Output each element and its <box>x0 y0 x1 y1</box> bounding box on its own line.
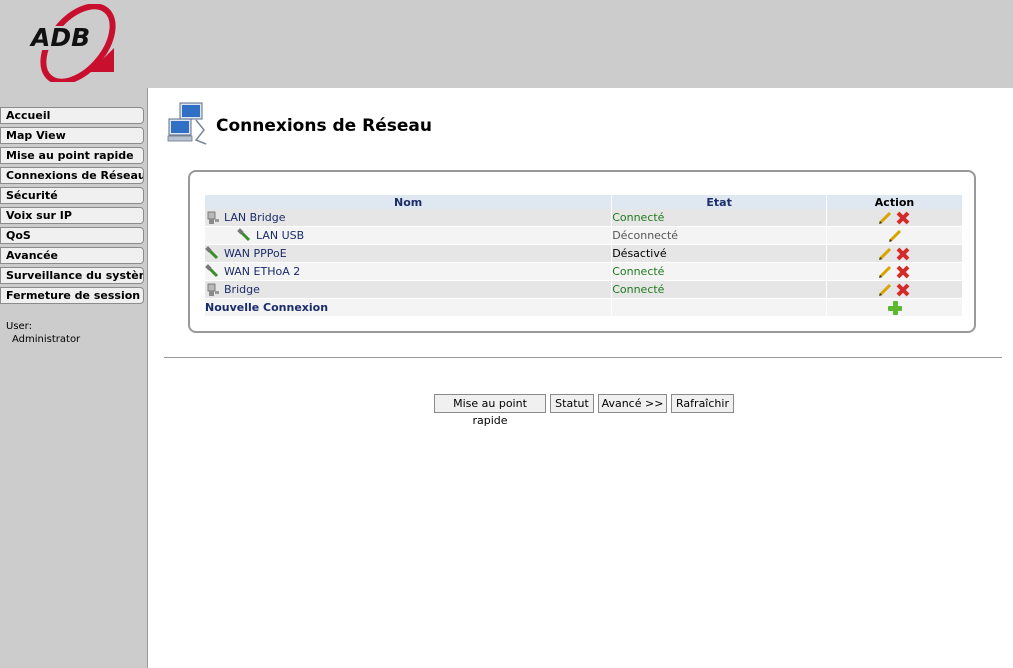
table-row: WAN ETHoA 2 Connecté <box>205 262 963 281</box>
edit-pencil-icon[interactable] <box>878 265 892 279</box>
sidebar-item-quick-setup[interactable]: Mise au point rapide <box>0 147 144 164</box>
user-label: User: <box>6 321 32 332</box>
lan-bridge-icon <box>207 211 219 224</box>
connection-state: Déconnecté <box>611 226 828 245</box>
table-row: LAN USB Déconnecté <box>205 226 963 245</box>
connection-link[interactable]: LAN Bridge <box>205 210 611 226</box>
quick-setup-button[interactable]: Mise au point rapide <box>434 394 546 427</box>
edit-pencil-icon[interactable] <box>888 229 902 243</box>
sidebar-item-map-view[interactable]: Map View <box>0 127 144 144</box>
new-connection-link[interactable]: Nouvelle Connexion <box>205 301 328 314</box>
connection-link[interactable]: WAN PPPoE <box>205 245 611 262</box>
delete-x-icon[interactable] <box>895 246 911 262</box>
delete-x-icon[interactable] <box>895 264 911 280</box>
adb-logo: ADB <box>29 4 116 82</box>
connection-state: Connecté <box>611 280 828 299</box>
sidebar-item-voip[interactable]: Voix sur IP <box>0 207 144 224</box>
page-title: Connexions de Réseau <box>216 116 432 136</box>
table-header-row: Nom Etat Action <box>205 195 963 209</box>
sidebar-item-system-monitoring[interactable]: Surveillance du système <box>0 267 144 284</box>
column-header-name: Nom <box>205 195 613 209</box>
edit-pencil-icon[interactable] <box>878 283 892 297</box>
wan-cable-icon <box>205 245 219 259</box>
bridge-icon <box>207 283 219 296</box>
edit-pencil-icon[interactable] <box>878 211 892 225</box>
add-plus-icon[interactable] <box>887 300 903 316</box>
advanced-button[interactable]: Avancé >> <box>598 394 667 413</box>
main-content: Connexions de Réseau Nom Etat Action LAN… <box>148 88 1013 668</box>
usb-cable-icon <box>237 227 251 241</box>
sidebar-item-logout[interactable]: Fermeture de session <box>0 287 144 304</box>
connection-name: LAN USB <box>256 229 305 242</box>
svg-text:ADB: ADB <box>29 23 90 52</box>
table-row: Bridge Connecté <box>205 280 963 299</box>
user-info: User: Administrator <box>6 320 80 346</box>
connection-state: Désactivé <box>611 244 828 263</box>
delete-x-icon[interactable] <box>895 282 911 298</box>
connection-name: Bridge <box>224 283 260 296</box>
connection-name: LAN Bridge <box>224 211 286 224</box>
user-name: Administrator <box>12 334 81 345</box>
connection-name: WAN PPPoE <box>224 247 287 260</box>
column-header-state: Etat <box>611 195 828 209</box>
table-row: WAN PPPoE Désactivé <box>205 244 963 263</box>
sidebar-item-network-connections[interactable]: Connexions de Réseau <box>0 167 144 184</box>
sidebar-item-advanced[interactable]: Avancée <box>0 247 144 264</box>
sidebar-item-accueil[interactable]: Accueil <box>0 107 144 124</box>
connections-table: Nom Etat Action LAN Bridge Connecté LAN … <box>205 195 963 317</box>
wan-cable-icon <box>205 263 219 277</box>
connection-link[interactable]: WAN ETHoA 2 <box>205 263 611 280</box>
connection-state: Connecté <box>611 262 828 281</box>
divider <box>164 357 1002 358</box>
table-row: LAN Bridge Connecté <box>205 209 963 227</box>
top-banner: ADB <box>0 0 1013 88</box>
sidebar-item-security[interactable]: Sécurité <box>0 187 144 204</box>
connection-link[interactable]: Bridge <box>205 282 611 298</box>
connection-state: Connecté <box>611 209 828 227</box>
new-connection-row: Nouvelle Connexion <box>205 298 963 317</box>
column-header-action: Action <box>826 195 963 209</box>
sidebar-item-qos[interactable]: QoS <box>0 227 144 244</box>
status-button[interactable]: Statut <box>550 394 594 413</box>
refresh-button[interactable]: Rafraîchir <box>671 394 734 413</box>
edit-pencil-icon[interactable] <box>878 247 892 261</box>
network-connections-icon <box>167 102 207 145</box>
connections-panel: Nom Etat Action LAN Bridge Connecté LAN … <box>188 170 976 333</box>
delete-x-icon[interactable] <box>895 210 911 226</box>
sidebar: Accueil Map View Mise au point rapide Co… <box>0 88 148 668</box>
connection-link[interactable]: LAN USB <box>205 227 611 244</box>
connection-name: WAN ETHoA 2 <box>224 265 301 278</box>
